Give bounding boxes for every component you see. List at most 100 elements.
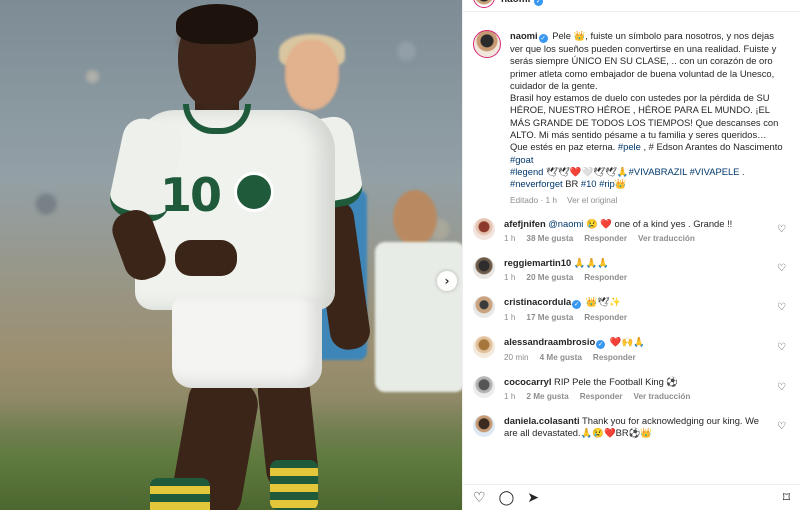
header-username[interactable]: naomi ✓ — [501, 0, 545, 6]
caption-text-7: 👑 — [614, 178, 627, 190]
comment-username[interactable]: reggiemartin10 — [504, 257, 571, 268]
see-translation-link[interactable]: Ver traducción — [638, 234, 695, 243]
caption-text-6: BR — [562, 178, 581, 190]
comment-username[interactable]: afefjnifen — [504, 218, 546, 229]
commenter-avatar[interactable] — [473, 217, 495, 240]
caption-text-1: Pele 👑, fuiste un símbolo para nosotros,… — [510, 30, 777, 91]
comment-likes[interactable]: 17 Me gusta — [526, 313, 573, 322]
comment-item: alessandraambrosio ✓ ❤️🙌🙏 20 min 4 Me gusta… — [473, 335, 786, 364]
commenter-avatar[interactable] — [473, 256, 495, 279]
commenter-avatar[interactable] — [473, 375, 495, 398]
comments-panel: naomi ✓ naomi✓ Pele 👑, fuiste un símbolo… — [462, 0, 800, 510]
caption-text-3: , # Edson Arantes do Nascimento — [640, 141, 783, 153]
verified-badge-icon: ✓ — [572, 299, 582, 309]
comment-meta: 1 h 38 Me gusta Responder Ver traducción — [504, 233, 772, 245]
comment-text: 👑🕊✨ — [583, 295, 622, 307]
see-original-link[interactable]: Ver el original — [567, 195, 617, 205]
hashtag-rip[interactable]: #rip — [599, 178, 615, 189]
caption: naomi ✓ Pele 👑, fuiste un símbolo para no… — [473, 30, 786, 206]
like-icon[interactable]: ♡ — [473, 491, 486, 505]
reply-button[interactable]: Responder — [580, 392, 623, 401]
comment-body: alessandraambrosio ✓ ❤️🙌🙏 20 min 4 Me gusta… — [504, 336, 772, 364]
comment-list: afefjnifen @naomi 😢 ❤️ one of a kind yes… — [473, 217, 786, 439]
post-photo[interactable]: 11 10 › — [0, 0, 462, 510]
comment-text: 🙏🙏🙏 — [571, 256, 609, 268]
comment-meta: 1 h 17 Me gusta Responder — [504, 312, 772, 324]
commenter-avatar[interactable] — [473, 335, 495, 358]
comment-meta: 1 h 20 Me gusta Responder — [504, 272, 772, 284]
reply-button[interactable]: Responder — [593, 353, 636, 362]
caption-text-4: 🕊🕊❤️🤍🕊🕊🙏 — [543, 165, 629, 177]
caption-text-5: . — [739, 165, 745, 177]
comment-item: reggiemartin10 🙏🙏🙏 1 h 20 Me gusta Responde… — [473, 256, 786, 284]
comment-time: 1 h — [504, 312, 516, 322]
post-header: naomi ✓ — [463, 0, 800, 12]
header-avatar[interactable] — [473, 0, 495, 8]
commenter-avatar[interactable] — [473, 414, 495, 437]
commenter-avatar[interactable] — [473, 295, 495, 318]
caption-username[interactable]: naomi — [510, 30, 538, 41]
comment-username[interactable]: cristinacordula — [504, 296, 571, 307]
comment-item: cococarryl RIP Pele the Football King ⚽ 1… — [473, 375, 786, 403]
comment-likes[interactable]: 2 Me gusta — [526, 392, 568, 401]
author-avatar[interactable] — [473, 30, 501, 58]
comment-like-heart-icon[interactable]: ♡ — [777, 382, 786, 393]
comment-like-heart-icon[interactable]: ♡ — [777, 302, 786, 313]
hashtag-10[interactable]: #10 — [581, 178, 597, 189]
comment-body: daniela.colasanti Thank you for acknowle… — [504, 415, 772, 439]
see-translation-link[interactable]: Ver traducción — [633, 392, 690, 401]
comment-body: cococarryl RIP Pele the Football King ⚽ 1… — [504, 376, 772, 403]
main-player: 10 — [0, 0, 462, 510]
comment-time: 1 h — [504, 391, 516, 401]
comment-like-heart-icon[interactable]: ♡ — [777, 421, 786, 432]
hashtag-legend[interactable]: #legend — [510, 166, 543, 177]
comment-body: cristinacordula ✓ 👑🕊✨ 1 h 17 Me gusta Respon… — [504, 296, 772, 324]
comment-likes[interactable]: 20 Me gusta — [526, 273, 573, 282]
share-icon[interactable]: ➤ — [527, 491, 539, 505]
comment-text: RIP Pele the Football King ⚽ — [551, 375, 679, 387]
comment-meta: 20 min 4 Me gusta Responder — [504, 352, 772, 364]
comment-time: 1 h — [504, 233, 516, 243]
team-crest-icon — [234, 172, 274, 212]
comment-body: reggiemartin10 🙏🙏🙏 1 h 20 Me gusta Responde… — [504, 257, 772, 284]
hashtag-neverforget[interactable]: #neverforget — [510, 178, 563, 189]
comment-mention[interactable]: @naomi — [548, 218, 583, 229]
jersey-number: 10 — [160, 168, 222, 222]
comment-text: ❤️🙌🙏 — [607, 335, 645, 347]
comment-time: 1 h — [504, 272, 516, 282]
verified-badge-icon: ✓ — [596, 339, 606, 349]
comment-item: afefjnifen @naomi 😢 ❤️ one of a kind yes… — [473, 217, 786, 245]
hashtag-goat[interactable]: #goat — [510, 154, 533, 165]
comment-likes[interactable]: 4 Me gusta — [540, 353, 582, 362]
caption-meta: Editado · 1 h Ver el original — [510, 194, 786, 206]
reply-button[interactable]: Responder — [584, 234, 627, 243]
hashtag-vivabrazil[interactable]: #VIVABRAZIL — [629, 166, 687, 177]
verified-badge-icon: ✓ — [538, 34, 548, 43]
comment-time: 20 min — [504, 352, 529, 362]
reply-button[interactable]: Responder — [584, 313, 627, 322]
comment-icon[interactable]: ◯ — [499, 491, 515, 505]
verified-badge-icon: ✓ — [534, 0, 544, 6]
comment-like-heart-icon[interactable]: ♡ — [777, 224, 786, 235]
comment-likes[interactable]: 38 Me gusta — [526, 234, 573, 243]
hashtag-vivapele[interactable]: #VIVAPELE — [690, 166, 740, 177]
comment-username[interactable]: cococarryl — [504, 376, 551, 387]
comment-text: 😢 ❤️ one of a kind yes . Grande !! — [583, 217, 733, 229]
edited-label: Editado · 1 h — [510, 194, 558, 205]
comment-like-heart-icon[interactable]: ♡ — [777, 342, 786, 353]
bookmark-icon[interactable]: ⌑ — [783, 491, 790, 505]
action-bar: ♡ ◯ ➤ ⌑ — [463, 484, 800, 510]
comments-scroll[interactable]: naomi ✓ Pele 👑, fuiste un símbolo para no… — [463, 12, 800, 439]
comment-body: afefjnifen @naomi 😢 ❤️ one of a kind yes… — [504, 218, 772, 245]
shorts — [172, 298, 322, 388]
chevron-right-icon: › — [444, 274, 450, 288]
comment-like-heart-icon[interactable]: ♡ — [777, 263, 786, 274]
comment-item: cristinacordula ✓ 👑🕊✨ 1 h 17 Me gusta Respon… — [473, 295, 786, 324]
comment-username[interactable]: daniela.colasanti — [504, 415, 580, 426]
post-view: 11 10 › — [0, 0, 800, 510]
next-image-button[interactable]: › — [437, 271, 457, 291]
hashtag-pele[interactable]: #pele — [618, 141, 641, 152]
comment-username[interactable]: alessandraambrosio — [504, 336, 595, 347]
reply-button[interactable]: Responder — [584, 273, 627, 282]
comment-meta: 1 h 2 Me gusta Responder Ver traducción — [504, 391, 772, 403]
